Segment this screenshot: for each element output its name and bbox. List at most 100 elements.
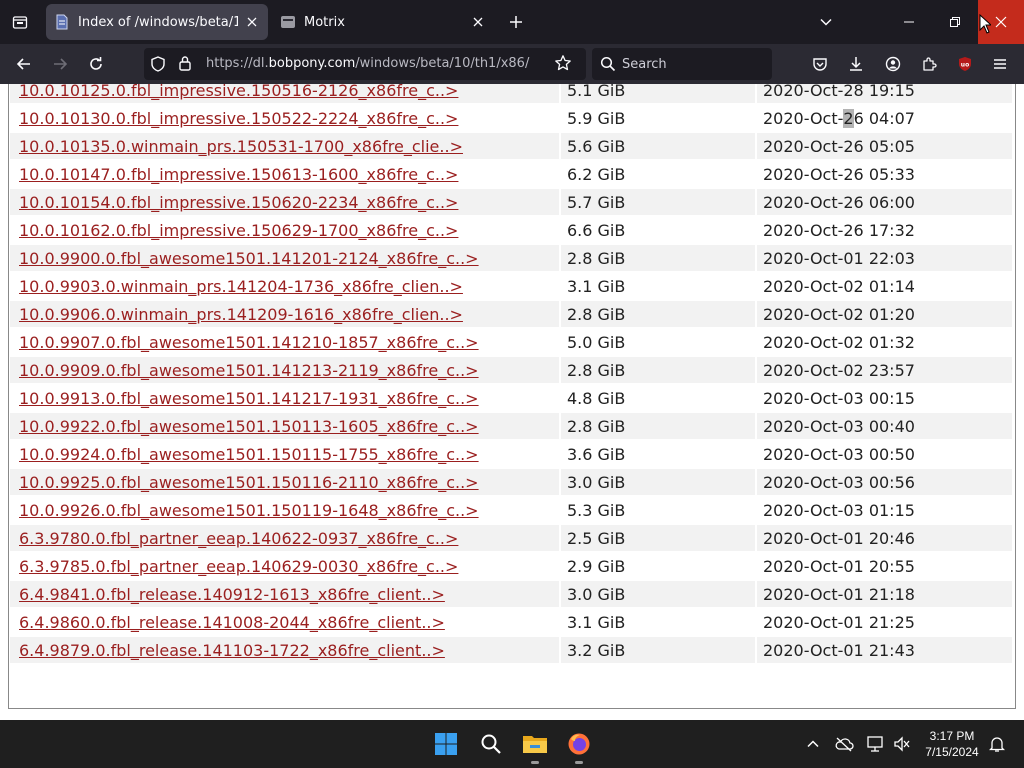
file-name-cell: 10.0.9924.0.fbl_awesome1501.150115-1755_… — [10, 441, 559, 467]
url-prefix: https://dl. — [206, 56, 269, 71]
bell-icon — [989, 737, 1005, 752]
back-button[interactable] — [10, 50, 38, 78]
file-date-cell: 2020-Oct-28 19:15 — [757, 84, 1012, 103]
taskbar: 3:17 PM 7/15/2024 — [0, 720, 1024, 768]
table-row: 6.4.9860.0.fbl_release.141008-2044_x86fr… — [10, 609, 1012, 635]
close-tab-icon[interactable] — [470, 14, 486, 30]
table-row: 6.3.9785.0.fbl_partner_eeap.140629-0030_… — [10, 553, 1012, 579]
file-name-cell: 10.0.9900.0.fbl_awesome1501.141201-2124_… — [10, 245, 559, 271]
close-tab-icon[interactable] — [244, 14, 260, 30]
search-bar[interactable]: Search — [592, 48, 772, 80]
file-link[interactable]: 10.0.10147.0.fbl_impressive.150613-1600_… — [19, 165, 458, 184]
table-row: 10.0.9925.0.fbl_awesome1501.150116-2110_… — [10, 469, 1012, 495]
start-button[interactable] — [428, 726, 464, 762]
file-size-cell: 3.6 GiB — [561, 441, 755, 467]
file-size-cell: 4.8 GiB — [561, 385, 755, 411]
tab-index[interactable]: Index of /windows/beta/10/th1/x86/ — [46, 4, 268, 40]
reload-button[interactable] — [82, 50, 110, 78]
running-indicator — [531, 761, 539, 764]
file-size-cell: 2.5 GiB — [561, 525, 755, 551]
file-size-cell: 3.0 GiB — [561, 469, 755, 495]
plus-icon — [510, 16, 522, 28]
lock-icon[interactable] — [178, 55, 192, 75]
hamburger-menu-icon — [994, 59, 1006, 69]
pocket-button[interactable] — [806, 50, 834, 78]
firefox-view-button[interactable] — [6, 8, 34, 36]
svg-text:uo: uo — [961, 62, 969, 69]
search-icon — [481, 734, 501, 754]
file-link[interactable]: 6.4.9841.0.fbl_release.140912-1613_x86fr… — [19, 585, 445, 604]
file-date-cell: 2020-Oct-02 23:57 — [757, 357, 1012, 383]
extensions-button[interactable] — [915, 50, 943, 78]
file-link[interactable]: 10.0.10125.0.fbl_impressive.150516-2126_… — [19, 84, 458, 100]
file-date-cell: 2020-Oct-01 21:43 — [757, 637, 1012, 663]
firefox-taskbar-button[interactable] — [561, 726, 597, 764]
running-indicator — [575, 761, 583, 764]
file-link[interactable]: 10.0.9926.0.fbl_awesome1501.150119-1648_… — [19, 501, 479, 520]
file-link[interactable]: 10.0.10162.0.fbl_impressive.150629-1700_… — [19, 221, 458, 240]
file-link[interactable]: 6.3.9785.0.fbl_partner_eeap.140629-0030_… — [19, 557, 458, 576]
file-size-cell: 3.0 GiB — [561, 581, 755, 607]
url-text[interactable]: https://dl.bobpony.com/windows/beta/10/t… — [206, 56, 529, 71]
file-link[interactable]: 10.0.9922.0.fbl_awesome1501.150113-1605_… — [19, 417, 479, 436]
taskbar-search-button[interactable] — [473, 726, 509, 762]
ublock-origin-button[interactable]: uo — [951, 50, 979, 78]
file-link[interactable]: 10.0.9924.0.fbl_awesome1501.150115-1755_… — [19, 445, 479, 464]
file-name-cell: 10.0.9907.0.fbl_awesome1501.141210-1857_… — [10, 329, 559, 355]
file-link[interactable]: 10.0.9925.0.fbl_awesome1501.150116-2110_… — [19, 473, 479, 492]
restore-button[interactable] — [932, 0, 978, 44]
new-tab-button[interactable] — [502, 8, 530, 36]
volume-muted-icon — [894, 736, 910, 752]
search-input[interactable]: Search — [622, 57, 667, 72]
chevron-down-icon — [820, 18, 832, 26]
list-all-tabs-button[interactable] — [812, 8, 840, 36]
file-link[interactable]: 10.0.9913.0.fbl_awesome1501.141217-1931_… — [19, 389, 479, 408]
onedrive-button[interactable] — [832, 732, 856, 756]
volume-button[interactable] — [890, 732, 914, 756]
file-date-cell: 2020-Oct-01 22:03 — [757, 245, 1012, 271]
date-part: 6 04:07 — [853, 108, 915, 128]
show-hidden-icons-button[interactable] — [801, 732, 825, 756]
menu-button[interactable] — [986, 50, 1014, 78]
file-link[interactable]: 10.0.10154.0.fbl_impressive.150620-2234_… — [19, 193, 458, 212]
file-name-cell: 10.0.9926.0.fbl_awesome1501.150119-1648_… — [10, 497, 559, 523]
table-row: 10.0.10154.0.fbl_impressive.150620-2234_… — [10, 189, 1012, 215]
system-clock[interactable]: 3:17 PM 7/15/2024 — [916, 728, 988, 760]
file-size-cell: 2.8 GiB — [561, 357, 755, 383]
table-row: 10.0.9924.0.fbl_awesome1501.150115-1755_… — [10, 441, 1012, 467]
file-link[interactable]: 6.4.9860.0.fbl_release.141008-2044_x86fr… — [19, 613, 445, 632]
file-link[interactable]: 10.0.9900.0.fbl_awesome1501.141201-2124_… — [19, 249, 479, 268]
file-link[interactable]: 10.0.10135.0.winmain_prs.150531-1700_x86… — [19, 137, 463, 156]
tracking-protection-icon[interactable] — [150, 56, 166, 76]
search-icon — [600, 56, 616, 76]
mouse-pointer — [979, 13, 993, 38]
minimize-button[interactable] — [886, 0, 932, 44]
cloud-icon — [835, 737, 854, 752]
table-row: 10.0.9926.0.fbl_awesome1501.150119-1648_… — [10, 497, 1012, 523]
table-row: 6.4.9879.0.fbl_release.141103-1722_x86fr… — [10, 637, 1012, 663]
downloads-button[interactable] — [842, 50, 870, 78]
file-name-cell: 6.4.9841.0.fbl_release.140912-1613_x86fr… — [10, 581, 559, 607]
file-link[interactable]: 6.4.9879.0.fbl_release.141103-1722_x86fr… — [19, 641, 445, 660]
file-name-cell: 10.0.10130.0.fbl_impressive.150522-2224_… — [10, 105, 559, 131]
file-link[interactable]: 10.0.9906.0.winmain_prs.141209-1616_x86f… — [19, 305, 463, 324]
file-explorer-button[interactable] — [517, 726, 553, 764]
table-row: 10.0.10162.0.fbl_impressive.150629-1700_… — [10, 217, 1012, 243]
file-date-cell: 2020-Oct-02 01:14 — [757, 273, 1012, 299]
file-name-cell: 10.0.9922.0.fbl_awesome1501.150113-1605_… — [10, 413, 559, 439]
address-bar[interactable]: https://dl.bobpony.com/windows/beta/10/t… — [144, 48, 586, 80]
network-button[interactable] — [864, 732, 888, 756]
file-link[interactable]: 10.0.9907.0.fbl_awesome1501.141210-1857_… — [19, 333, 479, 352]
file-link[interactable]: 10.0.10130.0.fbl_impressive.150522-2224_… — [19, 109, 458, 128]
bookmark-star-icon[interactable] — [554, 54, 572, 76]
file-link[interactable]: 10.0.9903.0.winmain_prs.141204-1736_x86f… — [19, 277, 463, 296]
text-selection-highlight: 2 — [843, 108, 854, 128]
account-button[interactable] — [879, 50, 907, 78]
file-name-cell: 10.0.9909.0.fbl_awesome1501.141213-2119_… — [10, 357, 559, 383]
tab-motrix[interactable]: Motrix — [272, 4, 494, 40]
notifications-button[interactable] — [985, 732, 1009, 756]
forward-button[interactable] — [46, 50, 74, 78]
file-link[interactable]: 6.3.9780.0.fbl_partner_eeap.140622-0937_… — [19, 529, 458, 548]
file-link[interactable]: 10.0.9909.0.fbl_awesome1501.141213-2119_… — [19, 361, 479, 380]
file-name-cell: 10.0.10162.0.fbl_impressive.150629-1700_… — [10, 217, 559, 243]
